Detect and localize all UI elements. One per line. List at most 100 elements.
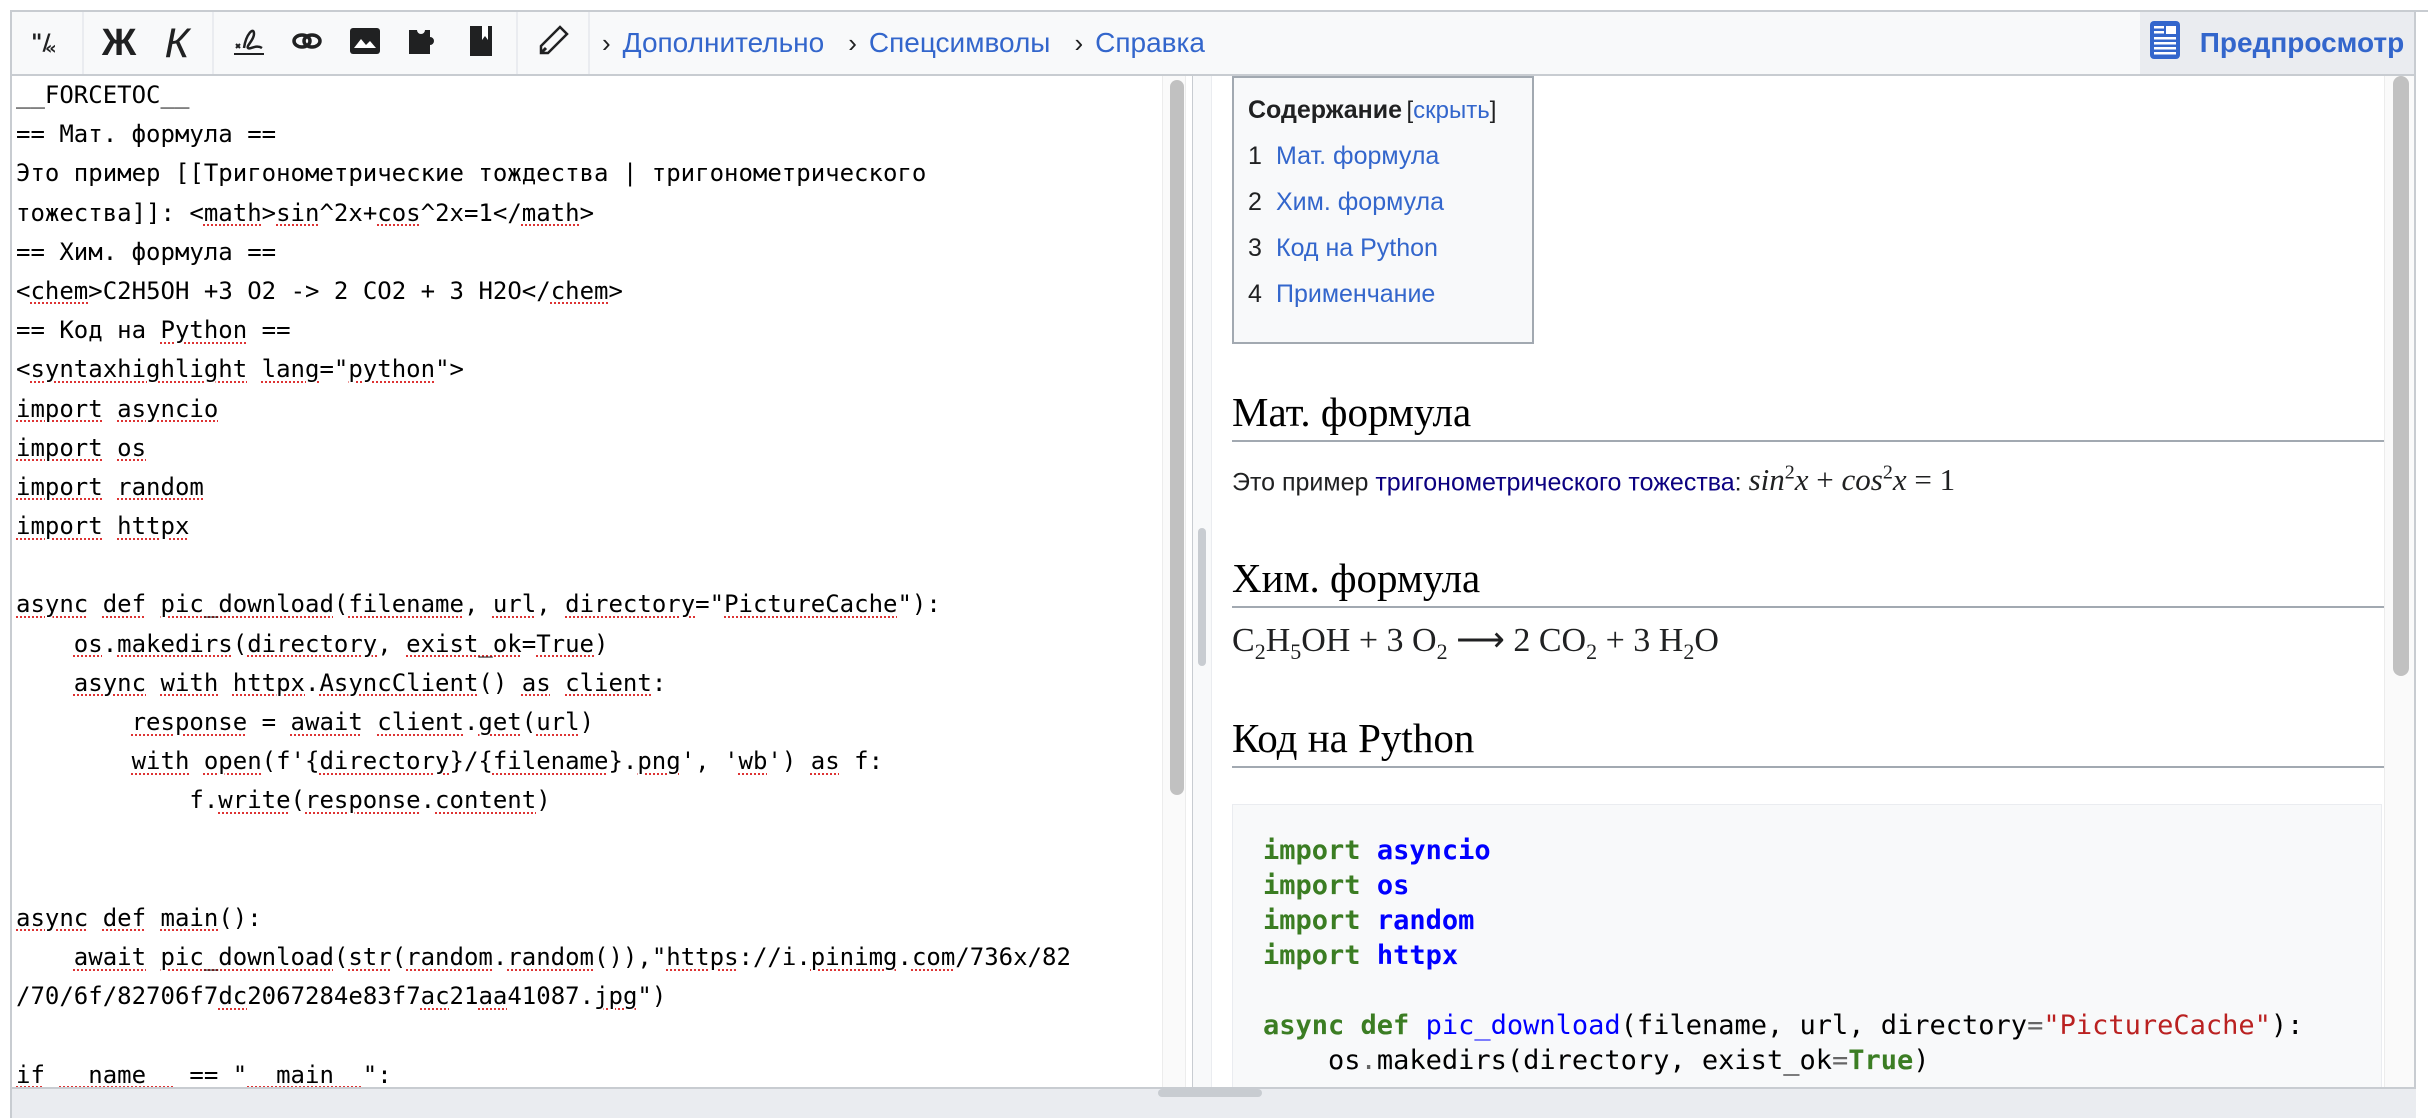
toc-title: Содержание xyxy=(1248,96,1403,124)
menu-help[interactable]: › Справка xyxy=(1062,12,1217,74)
editor-line[interactable] xyxy=(16,821,1162,860)
chem-token: O xyxy=(1412,622,1437,659)
editor-line[interactable] xyxy=(16,546,1162,585)
editor-line[interactable]: __FORCETOC__ xyxy=(16,76,1162,115)
chem-op: + 3 xyxy=(1350,622,1413,659)
editor-line[interactable]: <syntaxhighlight lang="python"> xyxy=(16,350,1162,389)
preview-scrollbar-thumb[interactable] xyxy=(2393,76,2409,676)
signature-icon xyxy=(232,24,266,63)
math-token: x xyxy=(1892,462,1907,498)
editor-scrollbar-thumb[interactable] xyxy=(1170,80,1184,795)
svg-text:«: « xyxy=(45,38,57,58)
menu-special-characters[interactable]: › Спецсимволы xyxy=(836,12,1062,74)
link-button[interactable] xyxy=(278,14,336,72)
editor-line[interactable]: Это пример [[Тригонометрические тождеств… xyxy=(16,154,1162,193)
chem-sub: 2 xyxy=(1683,638,1695,664)
bold-button[interactable]: Ж xyxy=(90,14,148,72)
toc-link[interactable]: Код на Python xyxy=(1276,234,1438,263)
code-line: import random xyxy=(1263,905,1475,936)
edit-button[interactable] xyxy=(524,14,582,72)
chevron-right-icon: › xyxy=(1074,27,1084,58)
format-quote-icon: "/« xyxy=(30,24,64,63)
math-token: x xyxy=(1794,462,1809,498)
toc-item[interactable]: 3 Код на Python xyxy=(1248,234,1518,263)
trig-identities-link[interactable]: тригонометрического тожества xyxy=(1375,468,1734,496)
editor-line[interactable]: f.write(response.content) xyxy=(16,781,1162,820)
chem-sub: 2 xyxy=(1254,638,1266,664)
math-sup: 2 xyxy=(1882,462,1893,484)
editor-line[interactable]: async def main(): xyxy=(16,899,1162,938)
chem-token: H xyxy=(1658,622,1684,659)
toc-link[interactable]: Применчание xyxy=(1276,280,1435,309)
menu-help-label: Справка xyxy=(1095,27,1205,58)
wikitext-editor[interactable]: __FORCETOC__ == Мат. формула == Это пример… xyxy=(12,76,1162,1087)
frame-right-border xyxy=(2414,10,2416,1090)
preview-toggle-button[interactable]: Предпросмотр xyxy=(2140,12,2416,74)
editor-line[interactable]: if __name__ == "__main__": xyxy=(16,1056,1162,1087)
editor-line[interactable]: with open(f'{directory}/{filename}.png',… xyxy=(16,742,1162,781)
editor-line[interactable]: <chem>C2H5OH +3 O2 -> 2 CO2 + 3 H2O</che… xyxy=(16,272,1162,311)
editor-line[interactable]: import asyncio xyxy=(16,390,1162,429)
chem-op: + 3 xyxy=(1597,622,1659,659)
image-button[interactable] xyxy=(336,14,394,72)
toolbar-group-format: "/« xyxy=(12,12,84,74)
math-op: = xyxy=(1906,462,1940,498)
editor-line[interactable]: /70/6f/82706f7dc2067284e83f7ac21aa41087.… xyxy=(16,977,1162,1016)
editor-line[interactable]: == Код на Python == xyxy=(16,311,1162,350)
math-sup: 2 xyxy=(1784,462,1795,484)
editor-line[interactable]: == Мат. формула == xyxy=(16,115,1162,154)
chem-token: 2 xyxy=(1513,622,1539,659)
toc-hide-link[interactable]: скрыть xyxy=(1413,97,1490,124)
editor-line[interactable]: await pic_download(str(random.random()),… xyxy=(16,938,1162,977)
pencil-icon xyxy=(536,24,570,63)
chem-sub: 2 xyxy=(1586,638,1598,664)
code-line: async def pic_download(filename, url, di… xyxy=(1263,1010,2304,1041)
italic-button[interactable]: К xyxy=(148,14,206,72)
image-icon xyxy=(348,24,382,63)
menu-advanced-label: Дополнительно xyxy=(622,27,825,58)
section-heading-python: Код на Python xyxy=(1232,714,2384,768)
toc-number: 1 xyxy=(1248,142,1262,170)
code-line: import asyncio xyxy=(1263,835,1491,866)
math-text-before: Это пример xyxy=(1232,468,1376,497)
toc-number: 4 xyxy=(1248,280,1262,308)
toolbar-group-edit xyxy=(518,12,590,74)
toolbar-group-style: Ж К xyxy=(84,12,214,74)
editor-resize-grip[interactable] xyxy=(1158,1089,1262,1097)
toc-item[interactable]: 1 Мат. формула xyxy=(1248,142,1518,171)
menu-advanced[interactable]: › Дополнительно xyxy=(590,12,836,74)
editor-line[interactable]: import httpx xyxy=(16,507,1162,546)
editor-line[interactable]: os.makedirs(directory, exist_ok=True) xyxy=(16,625,1162,664)
chem-token: OH xyxy=(1301,622,1351,659)
editor-line[interactable]: async with httpx.AsyncClient() as client… xyxy=(16,664,1162,703)
editor-line[interactable]: async def pic_download(filename, url, di… xyxy=(16,585,1162,624)
pane-resizer-grip[interactable] xyxy=(1198,528,1206,666)
editor-line[interactable] xyxy=(16,860,1162,899)
chem-token: O xyxy=(1694,622,1719,659)
section-heading-math: Мат. формула xyxy=(1232,388,2384,442)
puzzle-icon xyxy=(406,24,440,63)
wikitext-content[interactable]: __FORCETOC__ == Мат. формула == Это пример… xyxy=(12,76,1162,1087)
toc-link[interactable]: Хим. формула xyxy=(1276,188,1444,217)
table-of-contents: Содержание [скрыть] 1 Мат. формула 2 Хим. … xyxy=(1232,76,1534,344)
editor-line[interactable]: response = await client.get(url) xyxy=(16,703,1162,742)
code-content: import asyncio import os import random impo… xyxy=(1263,833,2351,1078)
reference-button[interactable] xyxy=(452,14,510,72)
toc-item[interactable]: 4 Применчание xyxy=(1248,280,1518,309)
section-heading-chem: Хим. формула xyxy=(1232,554,2384,608)
chevron-right-icon: › xyxy=(848,27,857,58)
signature-button[interactable] xyxy=(220,14,278,72)
editor-line[interactable]: тожества]]: <math>sin^2x+cos^2x=1</math> xyxy=(16,194,1162,233)
editor-line[interactable]: import os xyxy=(16,429,1162,468)
chem-token: CO xyxy=(1538,622,1587,659)
template-button[interactable] xyxy=(394,14,452,72)
toc-item[interactable]: 2 Хим. формула xyxy=(1248,188,1518,217)
chem-sub: 2 xyxy=(1436,638,1448,664)
editor-line[interactable]: == Хим. формула == xyxy=(16,233,1162,272)
format-button[interactable]: "/« xyxy=(18,14,76,72)
editor-line[interactable]: import random xyxy=(16,468,1162,507)
editor-line[interactable] xyxy=(16,1017,1162,1056)
math-token: sin xyxy=(1748,462,1785,498)
toc-link[interactable]: Мат. формула xyxy=(1276,142,1439,171)
